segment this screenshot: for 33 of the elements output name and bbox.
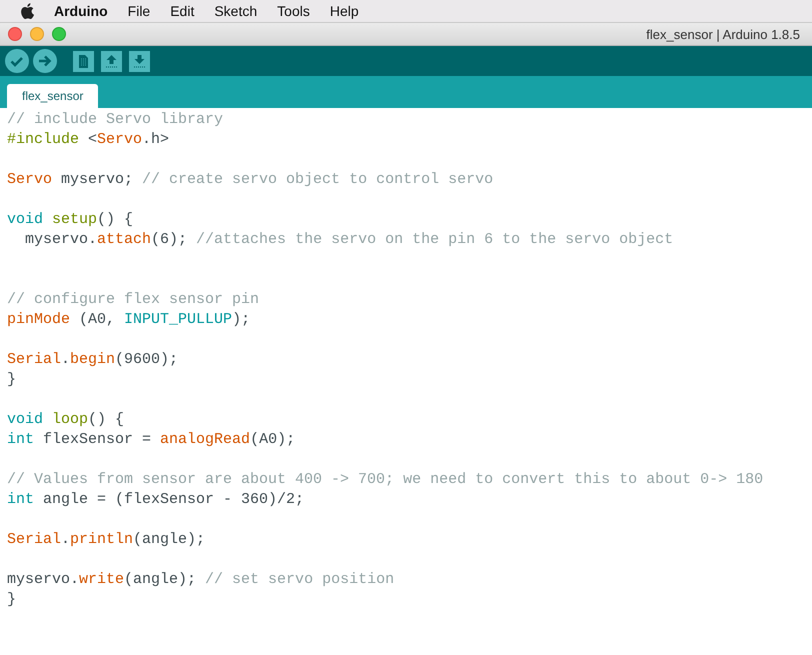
zoom-button[interactable] [52, 27, 66, 41]
menu-item[interactable]: Sketch [204, 3, 268, 19]
apple-icon[interactable] [20, 3, 34, 19]
open-button[interactable] [101, 50, 122, 72]
menu-item[interactable]: Edit [160, 3, 204, 19]
code-line: int angle = (flexSensor - 360)/2; [7, 490, 306, 510]
close-button[interactable] [8, 27, 22, 41]
menu-item[interactable]: File [118, 3, 160, 19]
new-button[interactable] [73, 50, 94, 72]
code-line: } [7, 370, 18, 390]
save-button[interactable] [129, 50, 150, 72]
code-line: void loop() { [7, 410, 126, 430]
window-title: flex_sensor | Arduino 1.8.5 [646, 26, 800, 42]
code-line: } [7, 590, 18, 610]
code-line: myservo.attach(6); //attaches the servo on the pin 6 to the servo object [24, 230, 674, 250]
menu-item[interactable]: Tools [267, 3, 320, 19]
code-line: // include Servo library [7, 110, 224, 130]
code-line: // configure flex sensor pin [7, 290, 260, 310]
code-line: // Values from sensor are about 400 -> 700; we need to convert this to about 0-> 180 [7, 470, 764, 490]
verify-button[interactable] [5, 49, 29, 73]
code-line: myservo.write(angle); // set servo position [7, 570, 396, 590]
code-line: Serial.begin(9600); [7, 350, 180, 370]
code-line: #include <Servo.h> [7, 130, 170, 150]
code-line: void setup() { [7, 210, 134, 230]
app-menu[interactable]: Arduino [54, 3, 118, 19]
code-line: Servo myservo; // create servo object to control servo [7, 170, 494, 190]
code-line: pinMode (A0, INPUT_PULLUP); [7, 310, 252, 330]
code-line: int flexSensor = analogRead(A0); [7, 430, 296, 450]
file-tab[interactable]: flex_sensor [7, 84, 98, 108]
upload-button[interactable] [33, 49, 57, 73]
code-line: Serial.println(angle); [7, 530, 206, 550]
menu-item[interactable]: Help [320, 3, 369, 19]
minimize-button[interactable] [30, 27, 44, 41]
